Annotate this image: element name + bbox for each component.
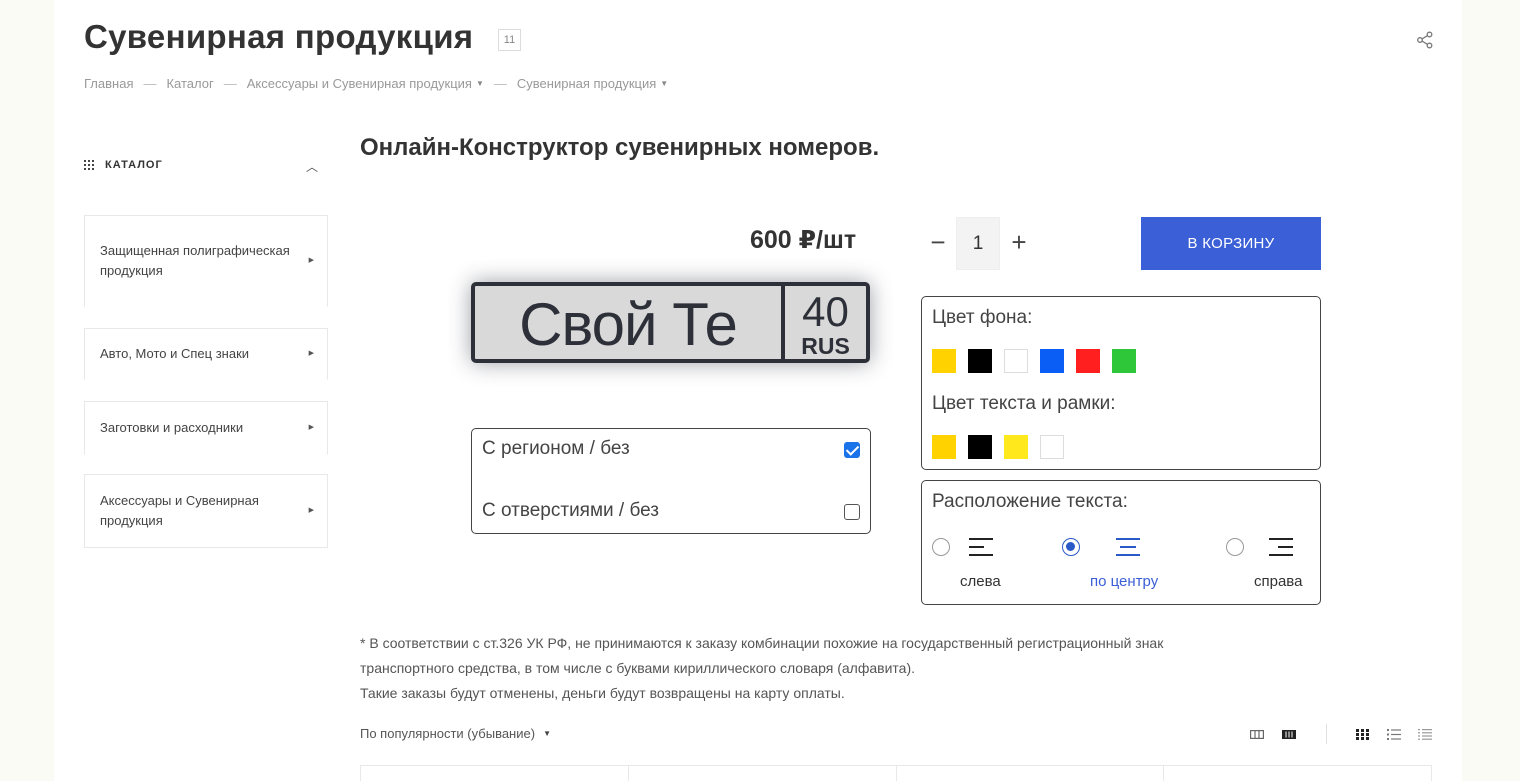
view-columns-dense-icon[interactable]	[1282, 729, 1296, 740]
product-count-badge: 11	[498, 29, 521, 51]
sidebar-item-security-printing[interactable]: Защищенная полиграфическая продукция ▶	[84, 215, 328, 307]
catalog-heading: КАТАЛОГ	[105, 159, 163, 171]
color-swatch[interactable]	[932, 349, 956, 373]
sidebar-item-label: Защищенная полиграфическая продукция	[100, 243, 290, 278]
catalog-header[interactable]: КАТАЛОГ ︿	[84, 157, 318, 175]
position-right-caption[interactable]: справа	[1254, 573, 1302, 590]
breadcrumb-souvenirs[interactable]: Сувенирная продукция	[517, 76, 656, 91]
holes-checkbox[interactable]	[844, 504, 860, 520]
position-left-caption[interactable]: слева	[960, 573, 1001, 590]
color-swatch[interactable]	[1040, 435, 1064, 459]
breadcrumb-separator: —	[143, 76, 157, 91]
color-swatch[interactable]	[1004, 435, 1028, 459]
plate-region-number: 40	[802, 288, 849, 335]
price-label: 600 ₽/шт	[750, 226, 857, 254]
page-title: Сувенирная продукция	[84, 18, 474, 55]
sort-label: По популярности (убывание)	[360, 726, 536, 741]
product-grid	[360, 765, 1432, 781]
position-center-caption[interactable]: по центру	[1090, 573, 1158, 590]
list-view-icon[interactable]	[1387, 729, 1401, 740]
caret-down-icon[interactable]: ▼	[476, 79, 484, 88]
caret-down-icon[interactable]: ▼	[660, 79, 668, 88]
product-card[interactable]	[897, 766, 1165, 781]
grid-view-icon[interactable]	[1356, 729, 1370, 740]
plate-options-panel: С регионом / без С отверстиями / без	[471, 428, 871, 534]
legal-note-line: * В соответствии с ст.326 УК РФ, не прин…	[360, 635, 1164, 651]
color-settings-panel: Цвет фона: Цвет текста и рамки:	[921, 296, 1321, 470]
grid-icon	[84, 160, 94, 170]
position-right-radio[interactable]	[1226, 538, 1244, 556]
bg-color-label: Цвет фона:	[932, 307, 1033, 328]
text-color-label: Цвет текста и рамки:	[932, 393, 1116, 414]
constructor-title: Онлайн-Конструктор сувенирных номеров.	[360, 134, 880, 161]
color-swatch[interactable]	[1076, 349, 1100, 373]
quantity-increase-button[interactable]: +	[1008, 228, 1030, 256]
breadcrumb: Главная — Каталог — Аксессуары и Сувенир…	[84, 76, 668, 91]
legal-note-line: транспортного средства, в том числе с бу…	[360, 660, 916, 676]
license-plate-preview: Свой Те 40 RUS	[471, 282, 870, 363]
color-swatch[interactable]	[1004, 349, 1028, 373]
sidebar-item-label: Авто, Мото и Спец знаки	[100, 346, 250, 361]
table-view-icon[interactable]	[1418, 729, 1432, 740]
region-checkbox[interactable]	[844, 442, 860, 458]
text-position-panel: Расположение текста: слева по центру спр…	[921, 480, 1321, 605]
color-swatch[interactable]	[968, 349, 992, 373]
color-swatch[interactable]	[1112, 349, 1136, 373]
add-to-cart-button[interactable]: В КОРЗИНУ	[1141, 217, 1321, 270]
region-option-label: С регионом / без	[482, 438, 630, 459]
arrow-right-icon: ▶	[308, 257, 314, 264]
position-left-radio[interactable]	[932, 538, 950, 556]
breadcrumb-catalog[interactable]: Каталог	[166, 76, 213, 91]
quantity-decrease-button[interactable]: −	[928, 228, 948, 256]
arrow-right-icon: ▶	[308, 350, 314, 357]
page-container: Сувенирная продукция 11 Главная — Катало…	[54, 0, 1462, 781]
legal-note: * В соответствии с ст.326 УК РФ, не прин…	[360, 631, 1360, 706]
plate-country: RUS	[801, 333, 850, 359]
chevron-up-icon[interactable]: ︿	[306, 158, 318, 175]
sidebar-item-blanks[interactable]: Заготовки и расходники ▶	[84, 401, 328, 455]
arrow-right-icon: ▶	[308, 424, 314, 431]
sidebar-item-label: Заготовки и расходники	[100, 420, 244, 435]
color-swatch[interactable]	[1040, 349, 1064, 373]
arrow-right-icon: ▶	[308, 507, 314, 514]
holes-option-label: С отверстиями / без	[482, 500, 660, 521]
position-center-radio[interactable]	[1062, 538, 1080, 556]
breadcrumb-separator: —	[493, 76, 507, 91]
caret-down-icon: ▼	[543, 729, 551, 738]
view-columns-icon[interactable]	[1250, 729, 1264, 740]
align-center-icon[interactable]	[1116, 537, 1142, 557]
breadcrumb-accessories[interactable]: Аксессуары и Сувенирная продукция	[247, 76, 472, 91]
product-card[interactable]	[629, 766, 897, 781]
plate-region: 40 RUS	[785, 286, 866, 359]
sidebar-item-accessories[interactable]: Аксессуары и Сувенирная продукция ▶	[84, 474, 328, 548]
breadcrumb-separator: —	[223, 76, 237, 91]
color-swatch[interactable]	[968, 435, 992, 459]
share-icon[interactable]	[1416, 31, 1434, 49]
quantity-input[interactable]: 1	[956, 217, 1000, 270]
product-card[interactable]	[1164, 766, 1431, 781]
legal-note-line: Такие заказы будут отменены, деньги буду…	[360, 685, 845, 701]
align-left-icon[interactable]	[969, 537, 995, 557]
plate-text: Свой Те	[519, 291, 738, 358]
align-right-icon[interactable]	[1269, 537, 1295, 557]
color-swatch[interactable]	[932, 435, 956, 459]
view-divider	[1326, 724, 1327, 744]
sidebar-item-auto-signs[interactable]: Авто, Мото и Спец знаки ▶	[84, 328, 328, 380]
sort-dropdown[interactable]: По популярности (убывание) ▼	[360, 726, 551, 741]
breadcrumb-home[interactable]: Главная	[84, 76, 133, 91]
sidebar-item-label: Аксессуары и Сувенирная продукция	[100, 493, 259, 528]
product-card[interactable]	[361, 766, 629, 781]
text-position-label: Расположение текста:	[932, 491, 1128, 512]
